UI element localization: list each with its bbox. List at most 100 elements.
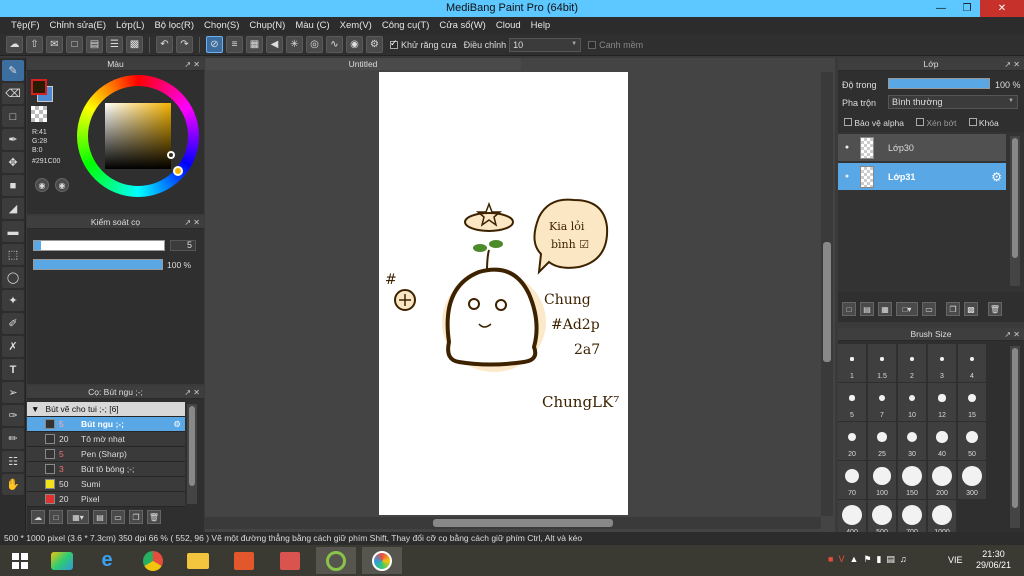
new-brush-icon[interactable]: □: [49, 510, 63, 524]
chrome-icon[interactable]: [133, 547, 173, 574]
brush-size-preset[interactable]: 200: [928, 461, 956, 499]
eyedropper-tool-icon[interactable]: ✑: [2, 405, 24, 426]
cloud-brush-icon[interactable]: ☁: [31, 510, 45, 524]
brush-size-slider[interactable]: [33, 240, 165, 251]
parallel-snap-icon[interactable]: ≡: [226, 36, 243, 53]
radial-snap-icon[interactable]: ✳: [286, 36, 303, 53]
layer-row[interactable]: ● Lớp30: [838, 134, 1006, 161]
menu-filter[interactable]: Bộ lọc(R): [149, 17, 199, 34]
text-tool-icon[interactable]: T: [2, 359, 24, 380]
palette-add-icon[interactable]: ◉: [55, 178, 69, 192]
add-layer-menu-icon[interactable]: □▾: [896, 302, 918, 316]
menu-tools[interactable]: Công cụ(T): [377, 17, 435, 34]
add-brush-icon[interactable]: ▦▾: [67, 510, 89, 524]
divide-tool-icon[interactable]: ✏: [2, 428, 24, 449]
brush-size-preset[interactable]: 150: [898, 461, 926, 499]
panel-controls-icon[interactable]: ↗ ✕: [184, 58, 200, 71]
magic-wand-tool-icon[interactable]: ✦: [2, 290, 24, 311]
start-button[interactable]: [0, 547, 40, 574]
blend-mode-select[interactable]: Bình thường: [888, 95, 1018, 109]
tray-network-icon[interactable]: ▤: [886, 554, 895, 565]
brush-size-preset[interactable]: 2: [898, 344, 926, 382]
protect-alpha-checkbox[interactable]: [844, 118, 852, 126]
brush-item[interactable]: 3 Bút tô bóng ;-;: [27, 462, 185, 477]
brush-size-preset[interactable]: 25: [868, 422, 896, 460]
hand-tool-icon[interactable]: ✋: [2, 474, 24, 495]
list-icon[interactable]: ☰: [106, 36, 123, 53]
fill-rect-tool-icon[interactable]: ■: [2, 175, 24, 196]
clock[interactable]: 21:30 29/06/21: [976, 549, 1011, 571]
palette-icon[interactable]: ◉: [35, 178, 49, 192]
folder-icon[interactable]: ▭: [111, 510, 125, 524]
new-layer-icon[interactable]: □: [842, 302, 856, 316]
foreground-color-swatch[interactable]: [31, 79, 47, 95]
brush-size-preset[interactable]: 40: [928, 422, 956, 460]
visibility-icon[interactable]: ●: [838, 144, 856, 151]
select-rect-tool-icon[interactable]: ⬚: [2, 244, 24, 265]
menu-file[interactable]: Tệp(F): [6, 17, 45, 34]
trash-icon[interactable]: 🗑: [147, 510, 161, 524]
menu-edit[interactable]: Chỉnh sửa(E): [45, 17, 112, 34]
bluestacks-icon[interactable]: [42, 547, 82, 574]
saturation-square[interactable]: [105, 103, 171, 169]
new-color-layer-icon[interactable]: ▦: [878, 302, 892, 316]
brush-size-preset[interactable]: 1: [838, 344, 866, 382]
merge-layer-icon[interactable]: ▩: [964, 302, 978, 316]
menu-view[interactable]: Xem(V): [335, 17, 377, 34]
tray-antivirus-icon[interactable]: ■: [828, 554, 833, 565]
edge-toggle[interactable]: Canh mềm: [588, 40, 643, 50]
comment-icon[interactable]: ✉: [46, 36, 63, 53]
layer-folder-icon[interactable]: ▭: [922, 302, 936, 316]
edge-checkbox[interactable]: [588, 40, 597, 49]
visibility-icon[interactable]: ●: [838, 173, 856, 180]
file-explorer-icon[interactable]: [178, 547, 218, 574]
brush-size-preset[interactable]: 10: [898, 383, 926, 421]
panel-controls-icon[interactable]: ↗ ✕: [1004, 58, 1020, 71]
brush-size-preset[interactable]: 1.5: [868, 344, 896, 382]
protect-alpha-toggle[interactable]: Bảo vệ alpha: [844, 118, 904, 128]
curve-snap-icon[interactable]: ∿: [326, 36, 343, 53]
brush-size-preset[interactable]: 300: [958, 461, 986, 499]
panel-controls-icon[interactable]: ↗ ✕: [184, 216, 200, 229]
new-halftone-layer-icon[interactable]: ▤: [860, 302, 874, 316]
lasso-tool-icon[interactable]: ◯: [2, 267, 24, 288]
brush-size-preset[interactable]: 12: [928, 383, 956, 421]
menu-cloud[interactable]: Cloud: [491, 17, 526, 34]
paint-app-icon[interactable]: [270, 547, 310, 574]
brush-size-preset[interactable]: 7: [868, 383, 896, 421]
redo-icon[interactable]: ↷: [176, 36, 193, 53]
brush-item[interactable]: 5 Bút ngu ;-; ⚙: [27, 417, 185, 432]
antialias-toggle[interactable]: Khử răng cưa: [390, 38, 457, 50]
minimize-button[interactable]: —: [928, 0, 954, 17]
delete-layer-icon[interactable]: 🗑: [988, 302, 1002, 316]
layer-opacity-slider[interactable]: [888, 78, 990, 89]
select-pen-tool-icon[interactable]: ✐: [2, 313, 24, 334]
camera-app-icon[interactable]: [316, 547, 356, 574]
brush-size-preset[interactable]: 5: [838, 383, 866, 421]
undo-icon[interactable]: ↶: [156, 36, 173, 53]
shape-tool-icon[interactable]: □: [2, 106, 24, 127]
grid-snap-icon[interactable]: ▦: [246, 36, 263, 53]
brush-group-row[interactable]: ▼ Bút vẽ cho tui ;-; [6]: [27, 402, 185, 417]
circle-snap-icon[interactable]: ◎: [306, 36, 323, 53]
transparent-swatch[interactable]: [31, 106, 47, 122]
snap-off-icon[interactable]: ⊘: [206, 36, 223, 53]
canvas-horizontal-scrollbar[interactable]: [205, 517, 821, 529]
gear-icon[interactable]: ⚙: [991, 170, 1002, 184]
canvas-vertical-scrollbar[interactable]: [821, 72, 833, 516]
tray-v-icon[interactable]: V: [838, 554, 844, 565]
brush-size-preset[interactable]: 70: [838, 461, 866, 499]
brush-size-preset[interactable]: 20: [838, 422, 866, 460]
eraser-tool-icon[interactable]: ⌫: [2, 83, 24, 104]
presentation-app-icon[interactable]: [224, 547, 264, 574]
tray-battery-icon[interactable]: ▮: [876, 554, 881, 565]
language-indicator[interactable]: VIE: [948, 555, 963, 565]
brush-size-preset[interactable]: 3: [928, 344, 956, 382]
new-file-icon[interactable]: □: [66, 36, 83, 53]
brush-item[interactable]: 50 Sumi: [27, 477, 185, 492]
panel-controls-icon[interactable]: ↗ ✕: [1004, 328, 1020, 341]
save-icon[interactable]: ▩: [126, 36, 143, 53]
menu-snap[interactable]: Chụp(N): [244, 17, 290, 34]
brush-size-preset[interactable]: 50: [958, 422, 986, 460]
drawing-canvas[interactable]: Kia lỏi bình ☑ Chung #Ad2p 2a7 ChungLK⁷ …: [379, 72, 628, 515]
